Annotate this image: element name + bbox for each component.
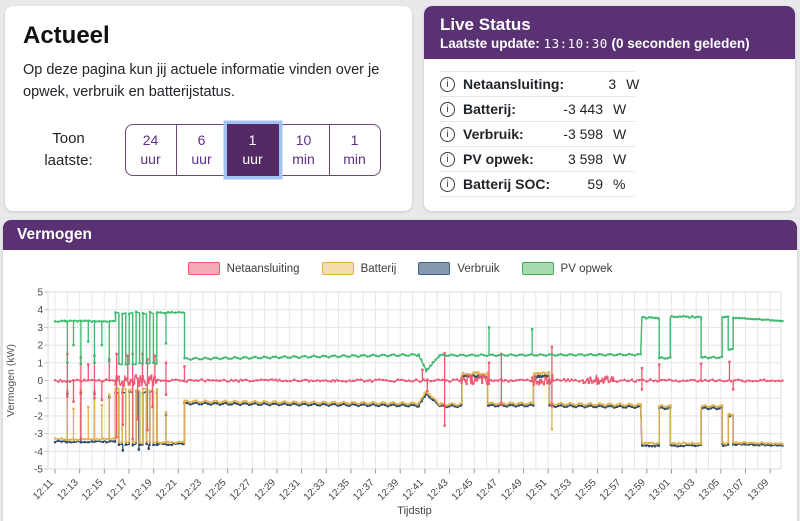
svg-text:12:35: 12:35 bbox=[327, 477, 353, 503]
series-batterij bbox=[53, 371, 784, 446]
legend-item-batterij[interactable]: Batterij bbox=[321, 262, 397, 275]
svg-text:12:13: 12:13 bbox=[55, 477, 81, 503]
legend-label: Batterij bbox=[360, 262, 397, 275]
info-icon[interactable]: i bbox=[440, 176, 455, 192]
svg-text:3: 3 bbox=[37, 323, 43, 334]
svg-text:12:51: 12:51 bbox=[524, 477, 550, 503]
svg-text:12:17: 12:17 bbox=[105, 477, 131, 503]
svg-text:-1: -1 bbox=[34, 394, 43, 405]
svg-text:2: 2 bbox=[37, 341, 43, 352]
svg-text:12:31: 12:31 bbox=[277, 477, 303, 503]
range-button-24-uur[interactable]: 24 uur bbox=[124, 123, 177, 176]
range-selector-row: Toon laatste: 24 uur 6 uur 1 uur 10 min 1 min bbox=[23, 123, 394, 176]
svg-text:12:39: 12:39 bbox=[376, 477, 402, 503]
range-button-1-uur[interactable]: 1 uur bbox=[226, 123, 279, 176]
legend-label: Netaansluiting bbox=[226, 262, 300, 275]
legend-item-verbruik[interactable]: Verbruik bbox=[418, 262, 500, 275]
svg-text:12:49: 12:49 bbox=[499, 477, 525, 503]
status-row-batterij-soc: i Batterij SOC: 59 % bbox=[440, 172, 635, 197]
svg-text:12:57: 12:57 bbox=[598, 477, 624, 503]
svg-text:12:15: 12:15 bbox=[80, 477, 106, 503]
svg-text:Tijdstip: Tijdstip bbox=[397, 505, 431, 517]
legend-label: Verbruik bbox=[457, 262, 500, 275]
svg-text:-3: -3 bbox=[34, 429, 43, 440]
svg-text:12:45: 12:45 bbox=[450, 477, 476, 503]
svg-text:12:41: 12:41 bbox=[401, 477, 427, 503]
svg-text:12:43: 12:43 bbox=[425, 477, 451, 503]
last-update-time: 13:10:30 bbox=[543, 36, 608, 51]
svg-text:13:09: 13:09 bbox=[746, 477, 772, 503]
top-row: Actueel Op deze pagina kun jij actuele i… bbox=[0, 0, 800, 211]
power-line-chart[interactable]: -5 -4 -3 -2 -1 0 1 2 3 4 5 12:11 12:13 12:15 12:17 12:1… bbox=[3, 252, 797, 521]
legend-label: PV opwek bbox=[560, 262, 613, 275]
vermogen-title: Vermogen bbox=[17, 226, 92, 243]
svg-text:12:21: 12:21 bbox=[154, 477, 180, 503]
energy-dashboard-page: { "left_card": { "title": "Actueel", "de… bbox=[0, 0, 800, 521]
svg-text:13:03: 13:03 bbox=[672, 477, 698, 503]
svg-text:5: 5 bbox=[37, 288, 43, 299]
svg-text:12:37: 12:37 bbox=[351, 477, 377, 503]
svg-text:12:29: 12:29 bbox=[253, 477, 279, 503]
svg-text:-5: -5 bbox=[34, 465, 43, 476]
live-status-table: i Netaansluiting: 3 W i Batterij: -3 443… bbox=[440, 71, 639, 197]
svg-text:13:07: 13:07 bbox=[721, 477, 747, 503]
svg-text:1: 1 bbox=[37, 358, 43, 369]
status-row-verbruik: i Verbruik: -3 598 W bbox=[440, 122, 635, 147]
legend-swatch bbox=[418, 262, 451, 275]
svg-text:12:47: 12:47 bbox=[475, 477, 501, 503]
legend-item-pv-opwek[interactable]: PV opwek bbox=[521, 262, 613, 275]
range-selector-label: Toon laatste: bbox=[44, 129, 93, 169]
range-button-6-uur[interactable]: 6 uur bbox=[175, 123, 228, 176]
svg-text:12:19: 12:19 bbox=[129, 477, 155, 503]
live-status-header: Live Status Laatste update: 13:10:30 (0 … bbox=[424, 6, 795, 59]
live-status-card: Live Status Laatste update: 13:10:30 (0 … bbox=[424, 6, 795, 211]
svg-text:12:59: 12:59 bbox=[622, 477, 648, 503]
range-button-10-min[interactable]: 10 min bbox=[277, 123, 330, 176]
svg-text:12:55: 12:55 bbox=[573, 477, 599, 503]
svg-text:Vermogen (kW): Vermogen (kW) bbox=[5, 344, 17, 417]
series-verbruik bbox=[53, 374, 784, 452]
series-netaansluiting bbox=[53, 345, 784, 441]
legend-swatch bbox=[521, 262, 554, 275]
status-row-netaansluiting: i Netaansluiting: 3 W bbox=[440, 71, 639, 97]
actueel-card: Actueel Op deze pagina kun jij actuele i… bbox=[5, 6, 412, 211]
info-icon[interactable]: i bbox=[440, 76, 455, 92]
chart-legend: Netaansluiting Batterij Verbruik PV opwek bbox=[3, 262, 797, 275]
info-icon[interactable]: i bbox=[440, 126, 455, 142]
svg-text:12:11: 12:11 bbox=[31, 477, 56, 502]
svg-text:12:23: 12:23 bbox=[179, 477, 205, 503]
svg-text:0: 0 bbox=[37, 376, 43, 387]
svg-text:12:53: 12:53 bbox=[549, 477, 575, 503]
vermogen-header: Vermogen bbox=[3, 220, 797, 250]
page-description: Op deze pagina kun jij actuele informati… bbox=[23, 62, 380, 100]
legend-swatch bbox=[321, 262, 354, 275]
status-row-pv-opwek: i PV opwek: 3 598 W bbox=[440, 147, 635, 172]
live-status-body: i Netaansluiting: 3 W i Batterij: -3 443… bbox=[424, 59, 795, 211]
svg-text:13:05: 13:05 bbox=[696, 477, 722, 503]
svg-text:-4: -4 bbox=[34, 447, 43, 458]
svg-text:12:25: 12:25 bbox=[203, 477, 229, 503]
range-button-1-min[interactable]: 1 min bbox=[328, 123, 381, 176]
svg-text:-2: -2 bbox=[34, 411, 43, 422]
legend-swatch bbox=[187, 262, 220, 275]
legend-item-netaansluiting[interactable]: Netaansluiting bbox=[187, 262, 300, 275]
page-title: Actueel bbox=[23, 22, 110, 49]
chart-body: Netaansluiting Batterij Verbruik PV opwek -… bbox=[3, 250, 797, 521]
last-update-ago: (0 seconden geleden) bbox=[611, 36, 750, 51]
info-icon[interactable]: i bbox=[440, 101, 455, 117]
svg-text:4: 4 bbox=[37, 305, 43, 316]
range-button-group: 24 uur 6 uur 1 uur 10 min 1 min bbox=[124, 123, 381, 176]
svg-text:12:33: 12:33 bbox=[302, 477, 328, 503]
live-status-title: Live Status bbox=[440, 15, 531, 34]
last-update-line: Laatste update: 13:10:30 (0 seconden gel… bbox=[440, 36, 750, 51]
status-row-batterij: i Batterij: -3 443 W bbox=[440, 97, 635, 122]
svg-text:12:27: 12:27 bbox=[228, 477, 254, 503]
vermogen-card: Vermogen Netaansluiting Batterij Verbruik P… bbox=[3, 220, 797, 521]
info-icon[interactable]: i bbox=[440, 151, 455, 167]
svg-text:13:01: 13:01 bbox=[647, 477, 673, 503]
